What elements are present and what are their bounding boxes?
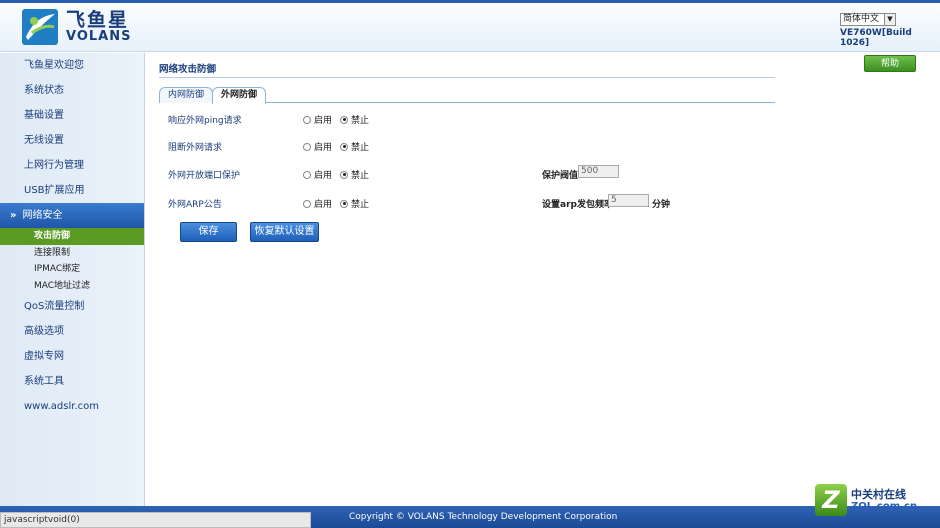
zol-watermark: Z 中关村在线 ZOL.com.cn: [815, 482, 940, 518]
language-value: 简体中文: [843, 14, 880, 24]
protection-threshold-label: 保护阀值: [542, 171, 579, 181]
copyright-text: Copyright © VOLANS Technology Developmen…: [349, 512, 618, 522]
port-protection-enable-radio[interactable]: [303, 170, 311, 179]
row-label-wan-arp: 外网ARP公告: [168, 200, 222, 210]
watermark-text-en: ZOL.com.cn: [851, 500, 917, 512]
sidebar-item-advanced[interactable]: 高级选项: [0, 319, 144, 344]
page-title: 网络攻击防御: [159, 64, 217, 75]
help-button[interactable]: 帮助: [864, 55, 916, 72]
sidebar-item-usb[interactable]: USB扩展应用: [0, 178, 144, 203]
sidebar-item-welcome[interactable]: 飞鱼星欢迎您: [0, 53, 144, 78]
sidebar: 飞鱼星欢迎您 系统状态 基础设置 无线设置 上网行为管理 USB扩展应用 » 网络…: [0, 53, 145, 506]
main-content: 网络攻击防御 帮助 内网防御 外网防御 响应外网ping请求 启用 禁止 阻断外…: [146, 53, 940, 506]
firmware-build: VE760W[Build 1026]: [840, 28, 912, 48]
protection-threshold-input[interactable]: 500: [578, 165, 619, 178]
sidebar-subitem-connection-limit[interactable]: 连接限制: [0, 245, 144, 262]
sidebar-item-qos[interactable]: QoS流量控制: [0, 294, 144, 319]
language-select[interactable]: 简体中文 ▼: [840, 13, 896, 26]
browser-status-bar: javascriptvoid(0): [0, 512, 311, 528]
wan-arp-radio-group: 启用 禁止: [303, 197, 377, 210]
ping-response-disable-radio[interactable]: [340, 115, 349, 124]
ping-response-radio-group: 启用 禁止: [303, 113, 377, 126]
tab-wan-defense[interactable]: 外网防御: [212, 87, 267, 104]
logo-text-en: VOLANS: [66, 29, 132, 44]
sidebar-item-system-status[interactable]: 系统状态: [0, 78, 144, 103]
sidebar-item-website-link[interactable]: www.adslr.com: [0, 394, 144, 419]
arp-frequency-label: 设置arp发包频率: [542, 200, 613, 210]
restore-defaults-button[interactable]: 恢复默认设置: [250, 222, 319, 242]
double-chevron-down-icon: »: [10, 210, 17, 221]
wan-arp-disable-radio[interactable]: [340, 199, 349, 208]
sidebar-item-network-security[interactable]: » 网络安全: [0, 203, 144, 228]
sidebar-item-vpn[interactable]: 虚拟专网: [0, 344, 144, 369]
row-label-block-wan-requests: 阻断外网请求: [168, 143, 223, 153]
row-label-port-protection: 外网开放端口保护: [168, 171, 241, 181]
logo-text-cn: 飞鱼星: [66, 9, 130, 31]
header: 飞鱼星 VOLANS 简体中文 ▼ VE760W[Build 1026]: [0, 0, 940, 52]
sidebar-item-label: 网络安全: [22, 210, 63, 221]
port-protection-disable-radio[interactable]: [340, 170, 349, 179]
wan-arp-enable-radio[interactable]: [303, 199, 311, 208]
sidebar-subitem-mac-filter[interactable]: MAC地址过滤: [0, 278, 144, 295]
arp-frequency-unit: 分钟: [652, 200, 671, 210]
volans-logo-icon: [22, 9, 58, 45]
logo: 飞鱼星 VOLANS: [22, 9, 131, 45]
chevron-down-icon[interactable]: ▼: [884, 14, 895, 25]
block-wan-disable-radio[interactable]: [340, 142, 349, 151]
tab-lan-defense[interactable]: 内网防御: [159, 87, 214, 103]
block-wan-radio-group: 启用 禁止: [303, 140, 377, 153]
arp-frequency-input[interactable]: 5: [608, 194, 649, 207]
port-protection-radio-group: 启用 禁止: [303, 168, 377, 181]
tab-bar: 内网防御 外网防御: [159, 87, 775, 104]
row-label-ping-response: 响应外网ping请求: [168, 116, 242, 126]
save-button[interactable]: 保存: [180, 222, 237, 242]
watermark-text-cn: 中关村在线: [851, 487, 906, 501]
sidebar-subitem-attack-defense[interactable]: 攻击防御: [0, 228, 144, 245]
zol-logo-icon: Z: [815, 484, 847, 516]
sidebar-item-basic-settings[interactable]: 基础设置: [0, 103, 144, 128]
block-wan-enable-radio[interactable]: [303, 142, 311, 151]
sidebar-item-behavior-management[interactable]: 上网行为管理: [0, 153, 144, 178]
divider: [159, 77, 775, 78]
sidebar-subitem-ipmac-binding[interactable]: IPMAC绑定: [0, 261, 144, 278]
sidebar-item-system-tools[interactable]: 系统工具: [0, 369, 144, 394]
ping-response-enable-radio[interactable]: [303, 115, 311, 124]
sidebar-item-wireless[interactable]: 无线设置: [0, 128, 144, 153]
